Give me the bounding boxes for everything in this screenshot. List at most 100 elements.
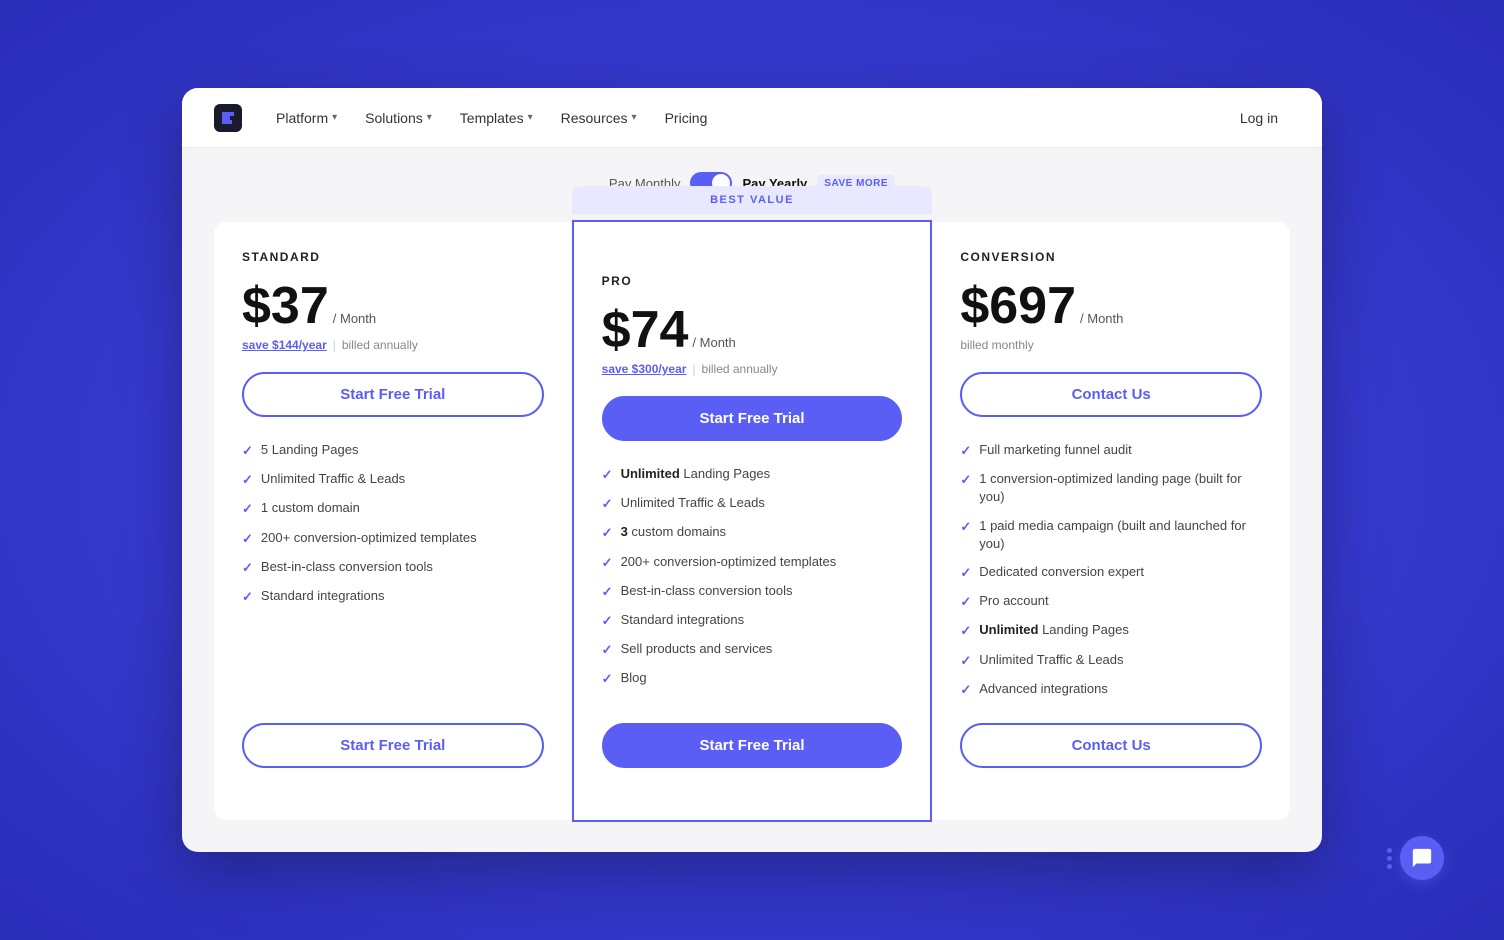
check-icon: ✓ [602, 670, 613, 688]
cta-bottom-wrapper-standard: Start Free Trial [242, 723, 544, 792]
divider-standard: | [333, 338, 336, 352]
check-icon: ✓ [242, 559, 253, 577]
cta-bottom-wrapper-pro: Start Free Trial [602, 723, 903, 792]
feature-item: ✓ Best-in-class conversion tools [602, 582, 903, 601]
price-amount-standard: $37 [242, 280, 329, 332]
check-icon: ✓ [602, 524, 613, 542]
feature-item: ✓ Unlimited Landing Pages [602, 465, 903, 484]
plan-pro: BEST VALUE PRO $74 / Month save $300/yea… [572, 220, 933, 822]
plan-name-conversion: CONVERSION [960, 250, 1262, 264]
price-amount-conversion: $697 [960, 280, 1076, 332]
logo[interactable] [214, 104, 242, 132]
check-icon: ✓ [960, 652, 971, 670]
plan-standard: STANDARD $37 / Month save $144/year | bi… [214, 222, 573, 820]
chat-button[interactable] [1400, 836, 1444, 880]
billing-note-standard: billed annually [342, 338, 418, 352]
features-standard: ✓ 5 Landing Pages ✓ Unlimited Traffic & … [242, 441, 544, 699]
chevron-down-icon: ▾ [632, 112, 637, 123]
feature-item: ✓ 3 custom domains [602, 523, 903, 542]
cta-bottom-wrapper-conversion: Contact Us [960, 723, 1262, 792]
feature-item: ✓ 1 conversion-optimized landing page (b… [960, 470, 1262, 506]
chevron-down-icon: ▾ [332, 112, 337, 123]
feature-item: ✓ Blog [602, 669, 903, 688]
check-icon: ✓ [960, 593, 971, 611]
chat-dot [1387, 856, 1392, 861]
nav-resources[interactable]: Resources ▾ [551, 104, 647, 132]
price-row-conversion: $697 / Month [960, 280, 1262, 332]
check-icon: ✓ [960, 442, 971, 460]
check-icon: ✓ [242, 442, 253, 460]
pricing-grid: STANDARD $37 / Month save $144/year | bi… [214, 222, 1290, 820]
price-amount-pro: $74 [602, 304, 689, 356]
cta-top-pro[interactable]: Start Free Trial [602, 396, 903, 441]
check-icon: ✓ [242, 500, 253, 518]
cta-bottom-pro[interactable]: Start Free Trial [602, 723, 903, 768]
save-text-standard: save $144/year [242, 338, 327, 352]
check-icon: ✓ [960, 471, 971, 489]
billing-note-pro: billed annually [702, 362, 778, 376]
check-icon: ✓ [960, 622, 971, 640]
feature-item: ✓ Unlimited Traffic & Leads [960, 651, 1262, 670]
nav-right: Log in [1228, 104, 1290, 132]
price-period-pro: / Month [692, 335, 735, 350]
nav-pricing[interactable]: Pricing [655, 104, 718, 132]
price-period-standard: / Month [333, 311, 376, 326]
feature-item: ✓ 5 Landing Pages [242, 441, 544, 460]
cta-top-standard[interactable]: Start Free Trial [242, 372, 544, 417]
feature-item: ✓ 1 custom domain [242, 499, 544, 518]
check-icon: ✓ [602, 495, 613, 513]
nav-links: Platform ▾ Solutions ▾ Templates ▾ Resou… [266, 104, 1228, 132]
cta-top-conversion[interactable]: Contact Us [960, 372, 1262, 417]
feature-item: ✓ Sell products and services [602, 640, 903, 659]
feature-item: ✓ Unlimited Traffic & Leads [602, 494, 903, 513]
check-icon: ✓ [242, 471, 253, 489]
price-row-standard: $37 / Month [242, 280, 544, 332]
main-content: Pay Monthly Pay Yearly SAVE MORE STANDAR… [182, 148, 1322, 852]
divider-pro: | [692, 362, 695, 376]
check-icon: ✓ [960, 564, 971, 582]
feature-item: ✓ Unlimited Traffic & Leads [242, 470, 544, 489]
billing-note-conversion: billed monthly [960, 338, 1033, 352]
features-conversion: ✓ Full marketing funnel audit ✓ 1 conver… [960, 441, 1262, 699]
chevron-down-icon: ▾ [427, 112, 432, 123]
cta-bottom-conversion[interactable]: Contact Us [960, 723, 1262, 768]
feature-item: ✓ Pro account [960, 592, 1262, 611]
features-pro: ✓ Unlimited Landing Pages ✓ Unlimited Tr… [602, 465, 903, 699]
price-note-standard: save $144/year | billed annually [242, 338, 544, 352]
plan-name-pro: PRO [602, 274, 903, 288]
check-icon: ✓ [602, 641, 613, 659]
best-value-banner: BEST VALUE [572, 186, 933, 214]
check-icon: ✓ [242, 588, 253, 606]
check-icon: ✓ [242, 530, 253, 548]
check-icon: ✓ [602, 466, 613, 484]
feature-item: ✓ Full marketing funnel audit [960, 441, 1262, 460]
feature-item: ✓ Unlimited Landing Pages [960, 621, 1262, 640]
price-note-conversion: billed monthly [960, 338, 1262, 352]
check-icon: ✓ [602, 583, 613, 601]
chat-icon [1411, 847, 1433, 869]
login-link[interactable]: Log in [1228, 104, 1290, 132]
feature-item: ✓ Dedicated conversion expert [960, 563, 1262, 582]
check-icon: ✓ [602, 612, 613, 630]
feature-item: ✓ 1 paid media campaign (built and launc… [960, 517, 1262, 553]
feature-item: ✓ Standard integrations [242, 587, 544, 606]
check-icon: ✓ [960, 518, 971, 536]
feature-item: ✓ Standard integrations [602, 611, 903, 630]
chat-widget [1387, 836, 1444, 880]
check-icon: ✓ [602, 554, 613, 572]
feature-item: ✓ 200+ conversion-optimized templates [602, 553, 903, 572]
check-icon: ✓ [960, 681, 971, 699]
nav-templates[interactable]: Templates ▾ [450, 104, 543, 132]
chat-dots [1387, 848, 1392, 869]
nav-platform[interactable]: Platform ▾ [266, 104, 347, 132]
save-text-pro: save $300/year [602, 362, 687, 376]
chat-dot [1387, 848, 1392, 853]
chat-dot [1387, 864, 1392, 869]
app-window: Platform ▾ Solutions ▾ Templates ▾ Resou… [182, 88, 1322, 852]
feature-item: ✓ Advanced integrations [960, 680, 1262, 699]
chevron-down-icon: ▾ [528, 112, 533, 123]
nav-solutions[interactable]: Solutions ▾ [355, 104, 442, 132]
price-row-pro: $74 / Month [602, 304, 903, 356]
feature-item: ✓ Best-in-class conversion tools [242, 558, 544, 577]
cta-bottom-standard[interactable]: Start Free Trial [242, 723, 544, 768]
